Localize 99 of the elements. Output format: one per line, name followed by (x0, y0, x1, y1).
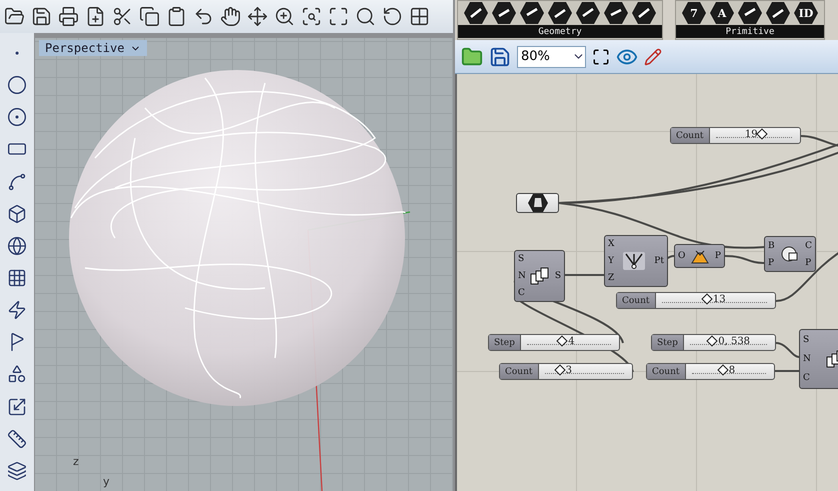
slider-value: 13 (712, 294, 726, 305)
search-icon[interactable] (355, 6, 376, 27)
number-slider[interactable]: Count 8 (646, 363, 775, 380)
port-label: P (805, 258, 812, 268)
wire (776, 251, 838, 302)
wire (776, 342, 800, 358)
zoom-extents-icon[interactable] (592, 48, 610, 66)
port-label: N (803, 354, 811, 364)
slider-value: 3 (566, 365, 572, 376)
axis-label: y (103, 475, 110, 488)
folder-icon[interactable] (4, 6, 25, 27)
slider-thumb[interactable] (554, 364, 566, 376)
slider-thumb[interactable] (706, 335, 718, 347)
save-icon[interactable] (489, 46, 511, 68)
number-slider[interactable]: Count 13 (616, 292, 776, 309)
zoom-in-icon[interactable] (274, 6, 295, 27)
component-node[interactable] (516, 193, 559, 213)
number-slider[interactable]: Count 19 (670, 127, 801, 144)
number-slider[interactable]: Step 0, 538 (651, 334, 776, 351)
axis-label: z (73, 455, 79, 468)
rotate-icon[interactable] (382, 6, 403, 27)
box-icon[interactable] (7, 204, 27, 224)
undo-icon[interactable] (193, 6, 214, 27)
pencil-icon[interactable] (644, 48, 662, 66)
slider-thumb[interactable] (556, 335, 568, 347)
hexagon-tool-icon[interactable] (520, 2, 544, 24)
mesh-icon[interactable] (7, 268, 27, 288)
port-label: N (518, 270, 526, 281)
point-construct-icon (623, 252, 646, 270)
hexagon-tool-icon[interactable] (632, 2, 656, 24)
scale-icon[interactable] (7, 396, 27, 417)
slider-thumb[interactable] (756, 128, 768, 140)
ribbon-label: Geometry (458, 25, 662, 38)
scissors-icon[interactable] (112, 6, 133, 27)
plane-icon (690, 248, 710, 264)
port-label: S (518, 254, 526, 264)
hexagon-tool-icon[interactable] (492, 2, 516, 24)
hexagon-icon (528, 194, 548, 212)
component-node[interactable]: S N C S (514, 250, 565, 302)
number-stack-icon (530, 267, 550, 285)
ellipse-icon[interactable] (7, 107, 27, 128)
number-slider[interactable]: Step 4 (488, 334, 620, 351)
slider-value: 4 (568, 336, 575, 347)
slider-thumb[interactable] (701, 293, 713, 305)
hexagon-tool-icon[interactable] (576, 2, 600, 24)
printer-icon[interactable] (58, 6, 79, 27)
hexagon-tool-icon[interactable] (604, 2, 628, 24)
port-label: Z (608, 272, 614, 283)
zoom-dropdown[interactable]: 80% (517, 46, 586, 68)
port-label: X (608, 239, 614, 250)
port-label: Y (608, 256, 614, 266)
port-label: B (768, 240, 775, 250)
port-label: P (714, 251, 721, 261)
layers-icon[interactable] (7, 460, 27, 481)
port-label: C (518, 288, 526, 298)
number-slider[interactable]: Count 3 (499, 363, 633, 380)
component-node[interactable]: S N C (799, 329, 838, 389)
shapes-icon[interactable] (7, 364, 27, 384)
wire (775, 370, 799, 372)
wire (724, 255, 764, 264)
lightning-icon[interactable] (7, 300, 27, 320)
hexagon-tool-icon[interactable] (548, 2, 572, 24)
slider-value: 19 (744, 129, 758, 140)
zoom-window-icon[interactable] (301, 6, 322, 27)
ribbon-label: Primitive (676, 25, 824, 38)
port-label: S (803, 334, 810, 345)
slider-value: 0, 538 (718, 336, 750, 347)
circle-icon[interactable] (7, 75, 27, 96)
component-node[interactable]: X Y Z Pt (604, 235, 668, 287)
save-icon[interactable] (31, 6, 52, 27)
hexagon-tool-icon[interactable] (738, 2, 762, 24)
ribbon-button[interactable]: A (710, 2, 734, 24)
move-icon[interactable] (247, 6, 268, 27)
sphere-icon[interactable] (7, 236, 27, 256)
port-label: C (803, 373, 811, 384)
component-node[interactable]: O P (674, 244, 725, 268)
component-node[interactable]: B P C P (764, 236, 816, 272)
document-icon[interactable] (85, 6, 106, 27)
port-label: S (554, 271, 561, 281)
sphere-section-icon (780, 245, 800, 263)
grid-icon[interactable] (409, 6, 430, 27)
hand-icon[interactable] (220, 6, 241, 27)
ribbon-button[interactable]: 7 (682, 2, 706, 24)
viewport-tab[interactable]: Perspective (39, 40, 148, 56)
wire (565, 274, 606, 276)
ribbon-button[interactable]: ID (794, 2, 818, 24)
port-label: P (768, 258, 775, 268)
hexagon-tool-icon[interactable] (766, 2, 790, 24)
clipboard-icon[interactable] (166, 6, 187, 27)
zoom-extents-icon[interactable] (328, 6, 349, 27)
copy-icon[interactable] (139, 6, 160, 27)
slider-thumb[interactable] (717, 364, 728, 376)
port-label: C (805, 240, 812, 250)
hexagon-tool-icon[interactable] (464, 2, 488, 24)
ruler-icon[interactable] (7, 428, 27, 449)
port-label: O (678, 251, 686, 261)
curve-icon[interactable] (7, 172, 27, 192)
slider-value: 8 (728, 365, 736, 376)
port-label: Pt (654, 256, 664, 266)
